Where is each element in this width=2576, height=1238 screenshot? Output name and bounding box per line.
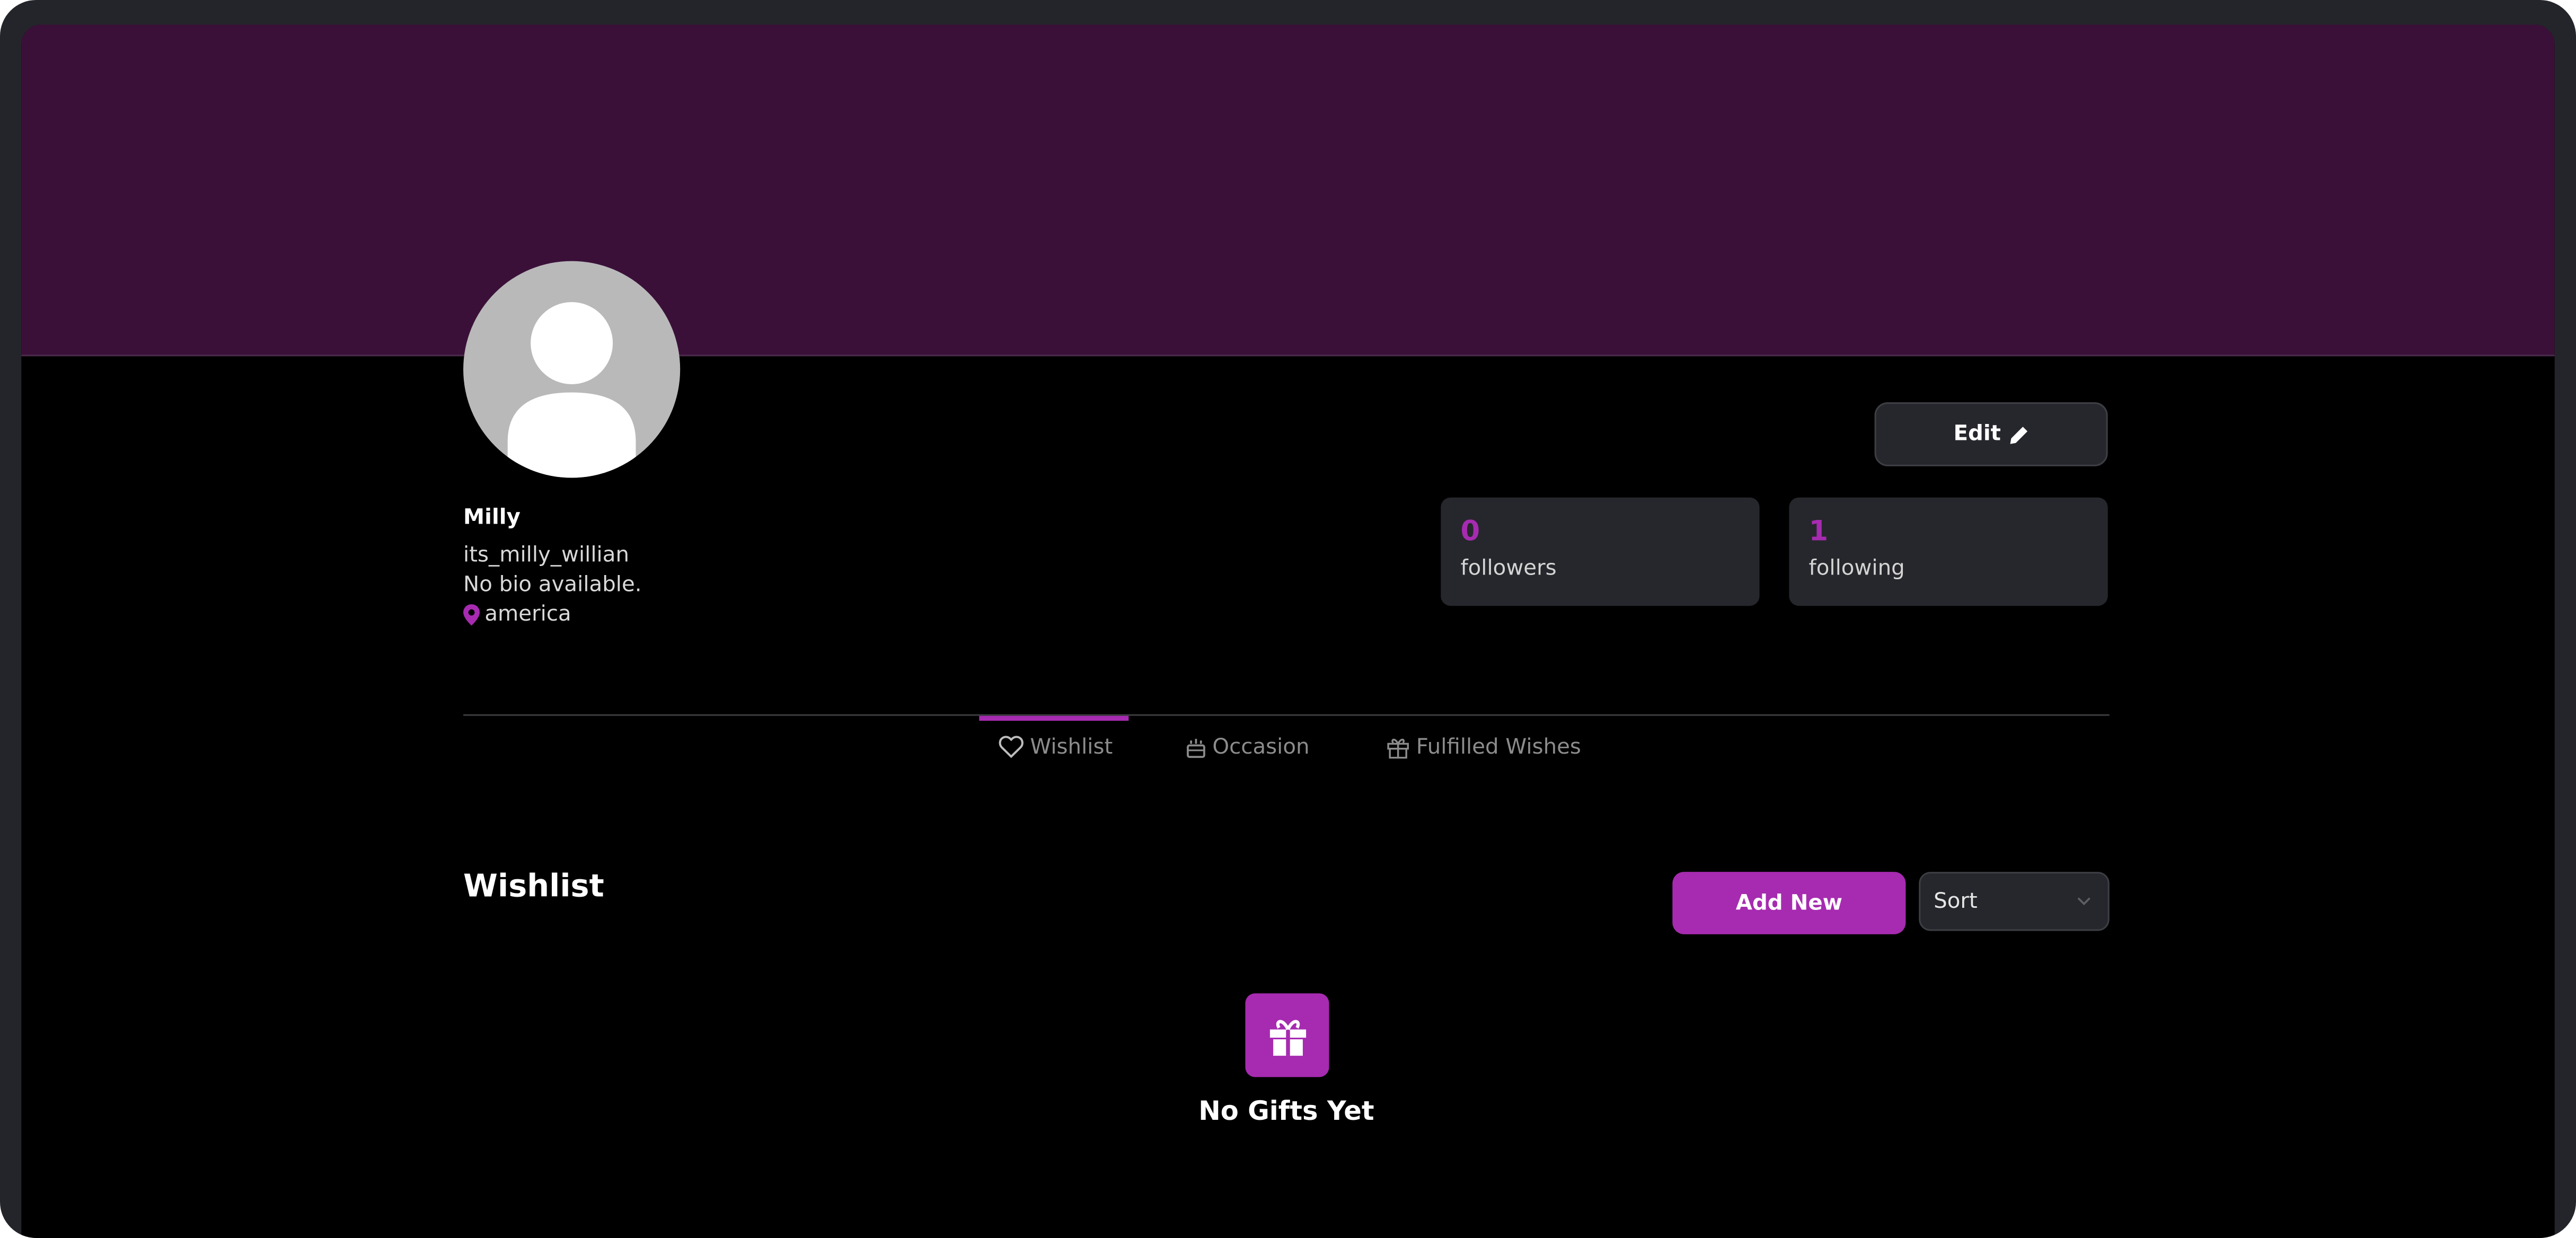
tab-occasion[interactable]: Occasion [1186, 731, 1310, 764]
profile-name: Milly [463, 506, 521, 530]
profile-username: its_milly_willian [463, 543, 630, 568]
active-tab-indicator [979, 715, 1129, 721]
avatar[interactable] [463, 261, 681, 478]
sort-label: Sort [1934, 889, 1978, 914]
following-card[interactable]: 1 following [1789, 497, 2108, 606]
user-placeholder-icon [507, 302, 636, 478]
tab-wishlist[interactable]: Wishlist [999, 731, 1113, 764]
gift-icon [1269, 1019, 1305, 1055]
cake-icon [1187, 739, 1205, 758]
gift-icon [1387, 738, 1409, 759]
sort-select[interactable]: Sort [1919, 872, 2110, 931]
tab-fulfilled-wishes[interactable]: Fulfilled Wishes [1387, 731, 1581, 764]
empty-gift-badge [1245, 993, 1329, 1077]
pencil-icon [2010, 426, 2027, 444]
followers-label: followers [1460, 556, 1557, 581]
chevron-down-icon [2077, 897, 2090, 906]
tab-fulfilled-label: Fulfilled Wishes [1416, 735, 1581, 759]
heart-icon [999, 736, 1024, 758]
device-frame: Milly its_milly_willian No bio available… [0, 0, 2576, 1238]
followers-card[interactable]: 0 followers [1441, 497, 1760, 606]
following-label: following [1809, 556, 1905, 581]
profile-bio: No bio available. [463, 573, 642, 598]
location-pin-icon [463, 604, 480, 626]
tab-wishlist-label: Wishlist [1030, 735, 1113, 759]
tab-occasion-label: Occasion [1212, 735, 1310, 759]
followers-count: 0 [1460, 515, 1480, 549]
edit-profile-button[interactable]: Edit [1874, 402, 2108, 466]
profile-banner [21, 24, 2555, 357]
stage: Milly its_milly_willian No bio available… [0, 0, 2576, 1238]
profile-location: america [463, 603, 571, 627]
empty-state-text: No Gifts Yet [1198, 1095, 1374, 1127]
add-new-button[interactable]: Add New [1672, 872, 1906, 934]
tabs-divider [463, 714, 2110, 716]
app-screen: Milly its_milly_willian No bio available… [21, 24, 2555, 1238]
profile-location-text: america [484, 603, 571, 627]
edit-button-label: Edit [1953, 422, 2001, 447]
wishlist-heading: Wishlist [463, 868, 604, 905]
following-count: 1 [1809, 515, 1829, 549]
